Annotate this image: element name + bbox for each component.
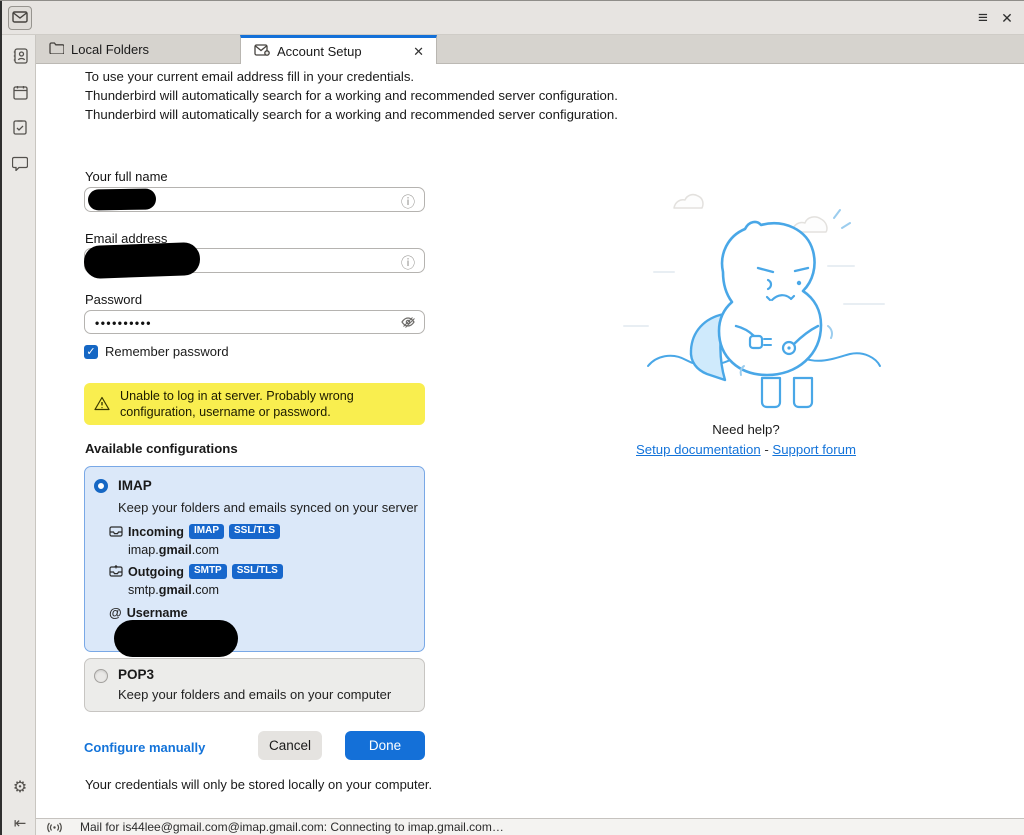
remember-password-label: Remember password [105,344,229,359]
app-menu-button[interactable]: ≡ [970,5,996,31]
redacted-username [114,620,238,657]
outgoing-label: Outgoing [128,564,184,579]
account-setup-content: To use your current email address fill i… [36,64,1024,818]
full-name-label: Your full name [85,169,168,184]
help-links: Setup documentation - Support forum [560,442,932,457]
login-error-alert: Unable to log in at server. Probably wro… [84,383,425,425]
collapse-sidebar-icon[interactable]: ⇤ [10,813,30,833]
password-mask: •••••••••• [95,316,153,330]
done-button[interactable]: Done [345,731,425,760]
password-label: Password [85,292,143,307]
window-close-button[interactable]: ✕ [994,5,1020,31]
warning-triangle-icon [94,396,110,414]
pop3-title: POP3 [118,667,155,682]
intro-text: To use your current email address fill i… [85,68,618,124]
remember-password-checkbox-row[interactable]: ✓ Remember password [84,344,229,359]
password-input[interactable]: •••••••••• [84,310,425,334]
intro-line-1: To use your current email address fill i… [85,69,415,84]
chat-icon[interactable] [10,153,30,173]
info-icon: ⓘ [401,194,415,210]
username-at-icon: @ [109,605,122,620]
toggle-password-visibility-icon[interactable] [401,316,415,331]
ssl-badge: SSL/TLS [228,524,281,539]
window-top-edge [0,0,1024,1]
close-icon: ✕ [1001,9,1013,26]
help-section: Need help? Setup documentation - Support… [560,176,932,457]
ssl-badge: SSL/TLS [231,564,283,579]
spaces-mail-button[interactable] [8,6,32,30]
redacted-email [83,241,201,280]
need-help-title: Need help? [712,422,780,437]
available-configurations-title: Available configurations [85,441,238,456]
tasks-icon[interactable] [10,117,30,137]
activity-broadcast-icon [47,822,62,833]
tab-close-icon[interactable]: ✕ [410,43,427,61]
tab-local-folders[interactable]: Local Folders [36,35,240,64]
pop3-radio-unselected[interactable] [94,669,108,683]
status-bar: Mail for is44lee@gmail.com@imap.gmail.co… [36,818,1024,835]
window-left-edge [0,0,2,835]
status-text: Mail for is44lee@gmail.com@imap.gmail.co… [80,820,504,834]
hamburger-icon: ≡ [978,8,988,27]
tab-account-setup[interactable]: Account Setup ✕ [240,35,437,65]
username-row: @ Username [109,605,188,620]
pop3-description: Keep your folders and emails on your com… [118,687,392,702]
incoming-server-icon [109,525,123,538]
outgoing-row: Outgoing SMTP SSL/TLS [109,564,283,579]
incoming-label: Incoming [128,524,184,539]
info-icon: ⓘ [401,255,415,271]
username-label: Username [126,605,188,620]
configure-manually-link[interactable]: Configure manually [84,740,205,755]
incoming-row: Incoming IMAP SSL/TLS [109,524,281,539]
imap-description: Keep your folders and emails synced on y… [118,500,418,515]
intro-line-2: Thunderbird will automatically search fo… [85,87,618,103]
outgoing-hostname: smtp.gmail.com [128,583,219,597]
mail-space-icon [12,10,28,26]
protocol-badge: SMTP [188,564,227,579]
account-setup-icon [254,44,270,59]
tab-account-setup-label: Account Setup [277,44,362,59]
calendar-icon[interactable] [10,82,30,102]
spaces-sidebar: ⚙ ⇤ [2,35,36,835]
imap-radio-selected[interactable] [94,479,108,493]
redacted-full-name [87,188,157,211]
link-separator: - [764,442,769,457]
support-forum-link[interactable]: Support forum [772,442,856,457]
address-book-icon[interactable] [10,46,30,66]
incoming-hostname: imap.gmail.com [128,543,219,557]
cancel-button[interactable]: Cancel [258,731,322,760]
intro-line-3: Thunderbird will automatically search fo… [85,106,618,122]
folder-icon [49,42,65,57]
outgoing-server-icon [109,565,123,578]
credentials-note: Your credentials will only be stored loc… [85,777,433,792]
imap-title: IMAP [118,478,152,493]
checkbox-checked-icon[interactable]: ✓ [84,344,98,359]
disconnected-mascot-illustration [623,193,885,409]
protocol-badge: IMAP [188,524,224,539]
setup-documentation-link[interactable]: Setup documentation [636,442,761,457]
warning-text: Unable to log in at server. Probably wro… [120,389,354,419]
pop3-config-option[interactable]: POP3 Keep your folders and emails on you… [84,658,425,712]
tab-bar: Local Folders Account Setup ✕ [36,35,1024,65]
settings-gear-icon[interactable]: ⚙ [10,777,30,797]
titlebar: ≡ ✕ [2,1,1024,35]
tab-local-folders-label: Local Folders [71,42,150,57]
